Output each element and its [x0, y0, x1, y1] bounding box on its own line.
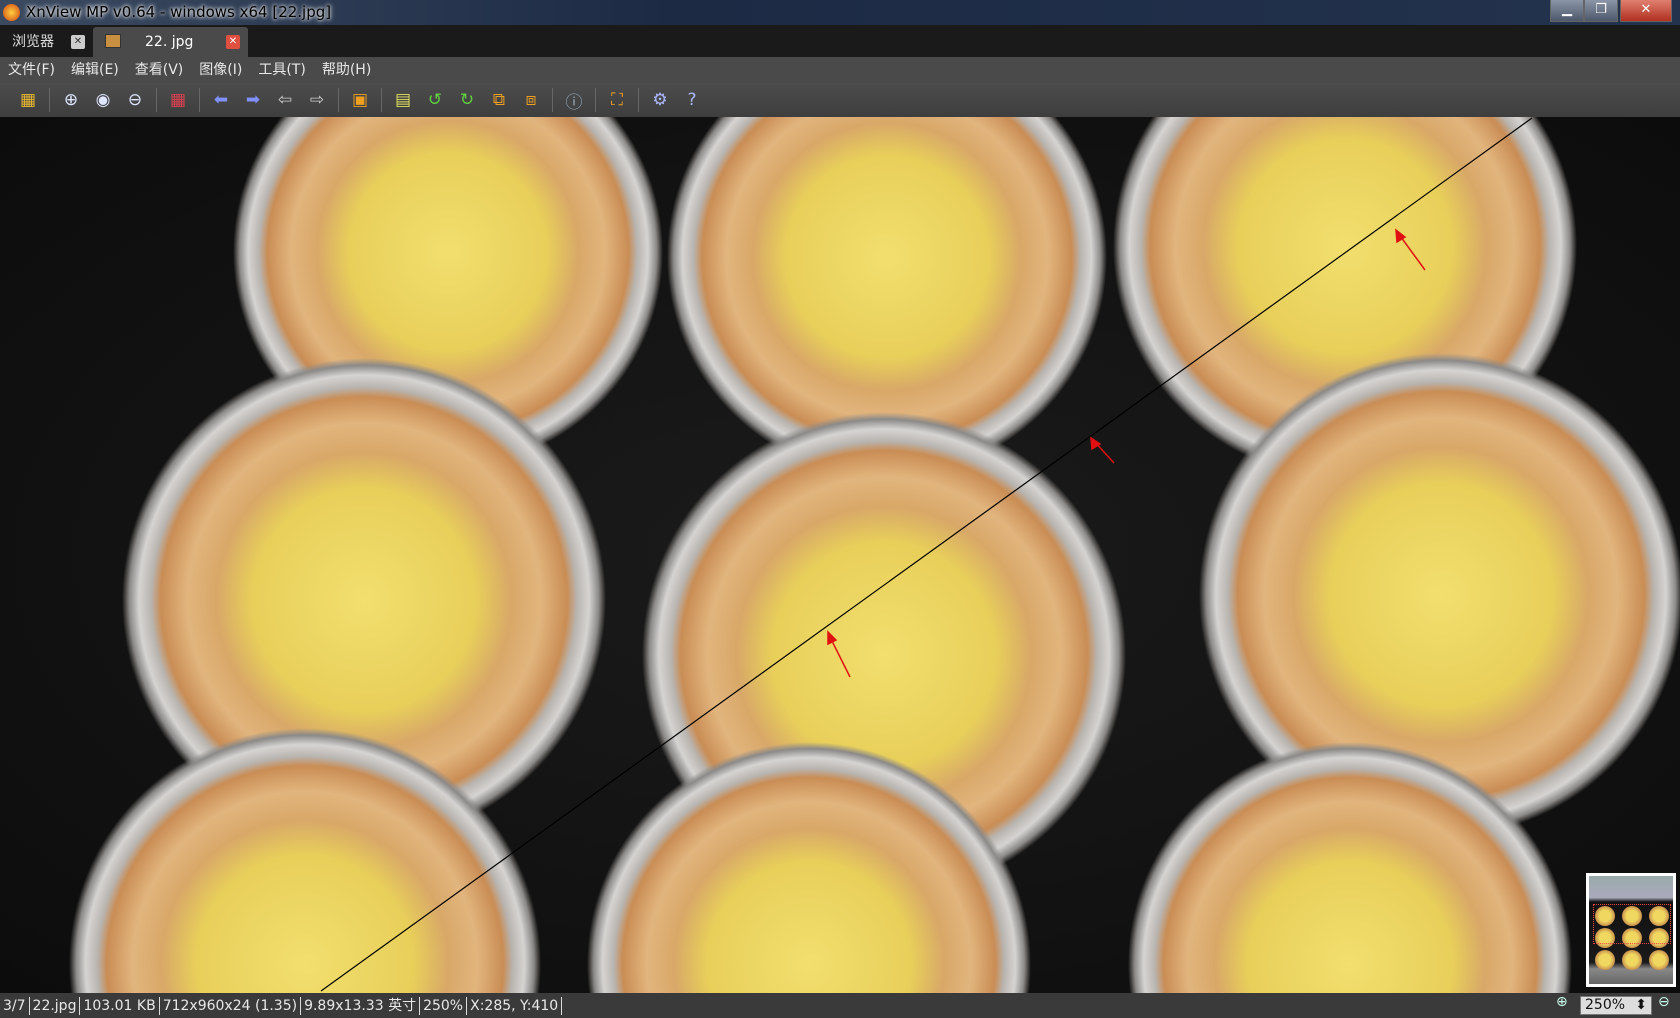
tab-image[interactable]: 22. jpg ✕	[93, 27, 248, 57]
help-icon: ?	[687, 90, 697, 110]
toolbar: ▦ ⊕ ◉ ⊖ ▦ ⬅ ➡ ⇦ ⇨ ▣ ▤ ↺ ↻ ⧉ ⧈ ⓘ ⛶ ⚙?	[0, 83, 1680, 117]
menu-view[interactable]: 查看(V)	[135, 57, 184, 83]
slideshow-button[interactable]: ▣	[347, 87, 373, 113]
slideshow-icon: ▣	[351, 90, 369, 110]
first-page-icon: ⇦	[277, 90, 293, 110]
adjust-colors-icon: ▤	[394, 90, 412, 110]
status-zoom: 250%	[420, 996, 468, 1015]
menu-help[interactable]: 帮助(H)	[322, 57, 371, 83]
status-filename: 22.jpg	[30, 996, 81, 1015]
title-bar: XnView MP v0.64 - windows x64 [22.jpg]	[0, 0, 1680, 25]
toolbar-separator	[638, 88, 639, 112]
red-arrow-head	[827, 630, 838, 646]
tab-close-icon[interactable]: ✕	[71, 35, 85, 49]
last-page-icon: ⇨	[309, 90, 325, 110]
fullscreen-icon: ⛶	[611, 90, 623, 110]
toolbar-separator	[49, 88, 50, 112]
settings-button[interactable]: ⚙	[647, 87, 673, 113]
zoom-value: 250%	[1585, 997, 1626, 1013]
tab-bar: 浏览器 ✕ 22. jpg ✕	[0, 25, 1680, 57]
resize-icon: ⧈	[525, 90, 537, 110]
toolbar-separator	[199, 88, 200, 112]
resize-button[interactable]: ⧈	[518, 87, 544, 113]
previous-button[interactable]: ⬅	[208, 87, 234, 113]
tab-close-icon[interactable]: ✕	[226, 35, 240, 49]
rotate-left-icon: ↺	[427, 90, 443, 110]
grid-icon: ▦	[169, 90, 187, 110]
app-icon	[3, 4, 20, 21]
next-button[interactable]: ➡	[240, 87, 266, 113]
image-viewer[interactable]	[0, 117, 1680, 993]
previous-icon: ⬅	[213, 90, 229, 110]
menu-edit[interactable]: 编辑(E)	[71, 57, 119, 83]
red-arrow-head	[1090, 436, 1102, 451]
zoom-out-icon: ⊖	[127, 90, 143, 110]
diagonal-line	[320, 117, 1533, 992]
info-button[interactable]: ⓘ	[561, 87, 587, 113]
zoom-in-icon: ⊕	[63, 90, 79, 110]
maximize-button[interactable]: ❐	[1584, 0, 1618, 22]
tab-browser[interactable]: 浏览器 ✕	[0, 27, 92, 57]
zoom-out-button[interactable]: ⊖	[122, 87, 148, 113]
minimap-viewport[interactable]	[1593, 904, 1671, 944]
crop-icon: ⧉	[492, 90, 506, 110]
status-bar: 3/7 22.jpg 103.01 KB 712x960x24 (1.35) 9…	[0, 993, 1680, 1018]
info-icon: ⓘ	[565, 92, 583, 113]
image-thumbnail-icon	[105, 34, 121, 48]
rotate-right-icon: ↻	[459, 90, 475, 110]
zoom-level-input[interactable]: 250% ⬍	[1580, 996, 1652, 1015]
folder-tree-icon: ▦	[19, 90, 37, 110]
toolbar-separator	[552, 88, 553, 112]
first-page-button[interactable]: ⇦	[272, 87, 298, 113]
settings-icon: ⚙	[652, 90, 668, 110]
minimize-button[interactable]: ▁	[1550, 0, 1584, 22]
last-page-button[interactable]: ⇨	[304, 87, 330, 113]
toolbar-separator	[381, 88, 382, 112]
zoom-in-button[interactable]: ⊕	[58, 87, 84, 113]
navigator-minimap[interactable]	[1586, 873, 1676, 987]
menu-file[interactable]: 文件(F)	[8, 57, 55, 83]
tab-label: 22. jpg	[145, 34, 194, 50]
status-dimensions: 712x960x24 (1.35)	[160, 996, 302, 1015]
menu-image[interactable]: 图像(I)	[199, 57, 242, 83]
spinner-icon[interactable]: ⬍	[1635, 997, 1647, 1014]
toolbar-separator	[595, 88, 596, 112]
zoom-out-icon[interactable]: ⊖	[1658, 994, 1670, 1010]
next-icon: ➡	[245, 90, 261, 110]
help-button[interactable]: ?	[679, 87, 705, 113]
menu-bar: 文件(F) 编辑(E) 查看(V) 图像(I) 工具(T) 帮助(H)	[0, 57, 1680, 83]
tab-label: 浏览器	[12, 34, 54, 50]
grid-button[interactable]: ▦	[165, 87, 191, 113]
crop-button[interactable]: ⧉	[486, 87, 512, 113]
folder-tree-button[interactable]: ▦	[15, 87, 41, 113]
adjust-colors-button[interactable]: ▤	[390, 87, 416, 113]
status-filesize: 103.01 KB	[80, 996, 160, 1015]
fullscreen-button[interactable]: ⛶	[604, 87, 630, 113]
status-index: 3/7	[0, 996, 30, 1015]
zoom-in-icon[interactable]: ⊕	[1556, 994, 1568, 1010]
close-button[interactable]: ✕	[1620, 0, 1672, 22]
annotation-overlay	[320, 117, 1533, 992]
window-title: XnView MP v0.64 - windows x64 [22.jpg]	[26, 3, 332, 21]
rotate-right-button[interactable]: ↻	[454, 87, 480, 113]
toolbar-separator	[338, 88, 339, 112]
zoom-actual-icon: ◉	[95, 90, 111, 110]
status-print-size: 9.89x13.33 英寸	[301, 996, 421, 1015]
toolbar-separator	[156, 88, 157, 112]
menu-tools[interactable]: 工具(T)	[258, 57, 305, 83]
rotate-left-button[interactable]: ↺	[422, 87, 448, 113]
zoom-actual-button[interactable]: ◉	[90, 87, 116, 113]
status-coords: X:285, Y:410	[467, 996, 563, 1015]
